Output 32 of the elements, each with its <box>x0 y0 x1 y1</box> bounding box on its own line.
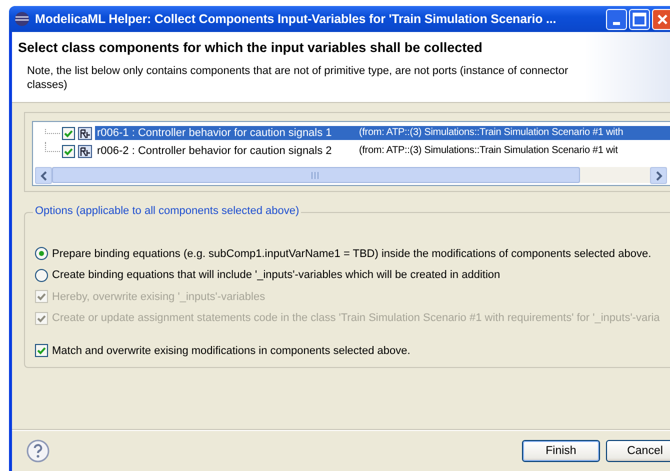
page-title: Select class components for which the input variables shall be collected <box>18 40 484 55</box>
class-icon <box>78 126 92 140</box>
dialog-button[interactable]: Finish <box>522 440 600 462</box>
chevron-left-icon <box>40 170 48 180</box>
horizontal-scrollbar[interactable] <box>35 167 667 183</box>
checkbox[interactable] <box>35 344 48 358</box>
group-legend: Options (applicable to all components selected above) <box>33 205 302 217</box>
sphere-icon <box>14 11 30 27</box>
tree-item[interactable]: r006-1 : Controller behavior for caution signals 1 (from: ATP::(3) Simulations::Train Simulation Scenario #1 with <box>95 126 670 140</box>
option-label: Create binding equations that will include '_inputs'-variables which will be created in addition <box>52 269 500 282</box>
grip-icon <box>311 172 321 178</box>
help-icon[interactable] <box>26 439 50 463</box>
option-label: Create or update assignment statements code in the class 'Train Simulation Scenario #1 with requirements' for '_inputs'-varia <box>52 312 660 324</box>
scroll-right-button[interactable] <box>650 167 667 184</box>
radio-button[interactable] <box>35 268 48 282</box>
tree-item[interactable]: r006-2 : Controller behavior for caution signals 2 (from: ATP::(3) Simulations::Train Simulation Scenario #1 wit <box>95 144 670 158</box>
checkbox[interactable] <box>62 144 75 158</box>
maximize-button[interactable] <box>629 8 650 30</box>
radio-button[interactable] <box>35 247 48 260</box>
chevron-right-icon <box>654 170 662 180</box>
checkbox[interactable] <box>62 126 75 140</box>
class-icon <box>78 144 92 158</box>
option-label: Prepare binding equations (e.g. subComp1.inputVarName1 = TBD) inside the modifications of components selected above. <box>52 248 652 260</box>
dialog-button[interactable]: Cancel <box>606 440 670 462</box>
scroll-left-button[interactable] <box>35 167 52 184</box>
note-text: Note, the list below only contains components that are not of primitive type, are not ports (instance of connector classes) <box>26 64 570 92</box>
option-label: Hereby, overwrite exising '_inputs'-variables <box>52 290 266 303</box>
minimize-icon <box>613 22 620 24</box>
option-label: Match and overwrite exising modifications in components selected above. <box>52 344 410 357</box>
minimize-button[interactable] <box>606 8 627 30</box>
close-button[interactable] <box>652 8 670 30</box>
window-title: ModelicaML Helper: Collect Components Input-Variables for 'Train Simulation Scenario ... <box>35 12 558 26</box>
